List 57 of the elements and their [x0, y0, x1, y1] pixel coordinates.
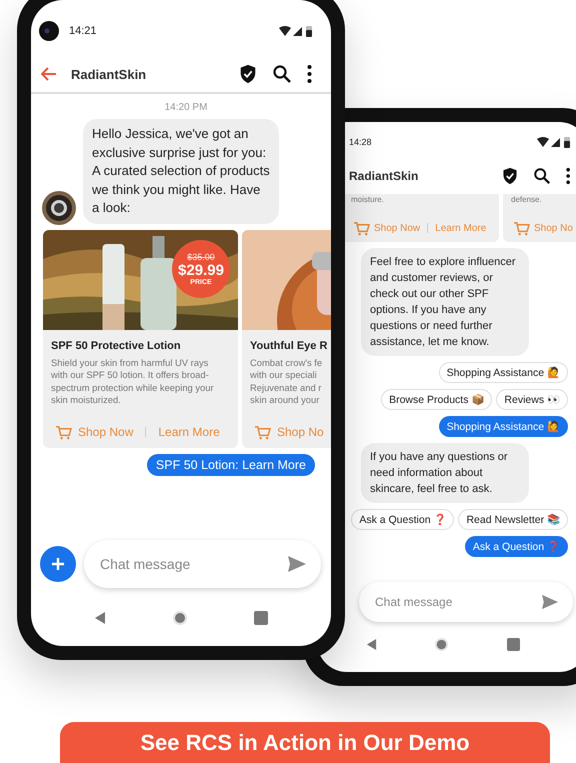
- camera-icon: [39, 21, 59, 41]
- home-nav-icon[interactable]: [172, 610, 188, 626]
- search-icon[interactable]: [272, 64, 292, 84]
- cart-icon: [55, 424, 72, 440]
- sent-reply: Shopping Assistance 🙋: [438, 416, 568, 436]
- plus-icon: [50, 556, 66, 572]
- product-title: Youthful Eye R: [250, 340, 328, 352]
- cart-icon: [353, 220, 370, 236]
- shop-now-link[interactable]: Shop Now: [51, 424, 138, 440]
- add-button[interactable]: [40, 546, 76, 582]
- learn-more-link[interactable]: Learn More: [154, 425, 224, 439]
- message-timestamp: 14:20 PM: [164, 102, 208, 113]
- avatar-icon: [41, 190, 77, 226]
- signal-battery-icon: [537, 136, 571, 148]
- suggestion-chip[interactable]: Read Newsletter 📚: [458, 508, 568, 530]
- send-icon[interactable]: [287, 555, 307, 573]
- message-bubble: If you have any questions or need information about skincare, feel free to ask.: [361, 442, 529, 502]
- shield-check-icon[interactable]: [238, 64, 258, 84]
- chat-title: RadiantSkin: [71, 66, 148, 82]
- product-description: Combat crow's fe with our speciali Rejuvenate and r skin around your: [250, 356, 324, 406]
- demo-button[interactable]: See RCS in Action in Our Demo: [60, 722, 550, 763]
- recents-nav-icon[interactable]: [507, 638, 520, 650]
- product-title: SPF 50 Protective Lotion: [51, 340, 182, 352]
- shield-check-icon[interactable]: [500, 167, 519, 185]
- old-price: $35.00: [187, 252, 215, 262]
- search-icon[interactable]: [532, 167, 551, 185]
- shop-now-link[interactable]: Shop No: [511, 220, 575, 236]
- shop-now-link[interactable]: Shop Now: [351, 220, 422, 236]
- cart-icon: [513, 220, 530, 236]
- cart-icon: [254, 424, 271, 440]
- chat-input-field[interactable]: Chat message: [359, 582, 573, 622]
- product-description: Shield your skin from harmful UV rays with our SPF 50 lotion. It offers broad- spectrum protection while keeping your skin moisturized.: [51, 356, 215, 406]
- chat-input-field[interactable]: Chat message: [84, 540, 321, 588]
- suggestion-chip[interactable]: Browse Products 📦: [381, 388, 492, 410]
- product-description: defense.: [511, 194, 543, 206]
- sent-reply: SPF 50 Lotion: Learn More: [146, 454, 315, 476]
- status-time: 14:28: [349, 137, 373, 147]
- chat-title: RadiantSkin: [349, 169, 420, 183]
- suggestion-chip[interactable]: Shopping Assistance 🙋: [438, 362, 568, 382]
- product-description: moisture.: [351, 194, 385, 206]
- status-time: 14:21: [69, 25, 98, 37]
- sale-price: $29.99: [178, 262, 224, 278]
- menu-icon[interactable]: [564, 167, 571, 185]
- back-nav-icon[interactable]: [94, 611, 106, 625]
- sent-reply: Ask a Question ❓: [464, 536, 568, 556]
- menu-icon[interactable]: [306, 64, 313, 84]
- suggestion-chip[interactable]: Ask a Question ❓: [351, 508, 454, 530]
- back-nav-icon[interactable]: [366, 638, 377, 650]
- signal-battery-icon: [279, 25, 313, 37]
- send-icon[interactable]: [541, 594, 559, 610]
- learn-more-link[interactable]: Learn More: [433, 222, 488, 234]
- message-bubble: Hello Jessica, we've got an exclusive surprise just for you: A curated selection of products we think you might like. Have a look:: [83, 119, 279, 224]
- home-nav-icon[interactable]: [434, 636, 450, 652]
- back-arrow-icon[interactable]: [41, 67, 57, 81]
- suggestion-chip[interactable]: Reviews 👀: [496, 388, 568, 410]
- shop-now-link[interactable]: Shop No: [250, 424, 328, 440]
- message-bubble: Feel free to explore influencer and customer reviews, or check out our other SPF options. If you have any questions or need further assistance, let me know.: [361, 248, 529, 356]
